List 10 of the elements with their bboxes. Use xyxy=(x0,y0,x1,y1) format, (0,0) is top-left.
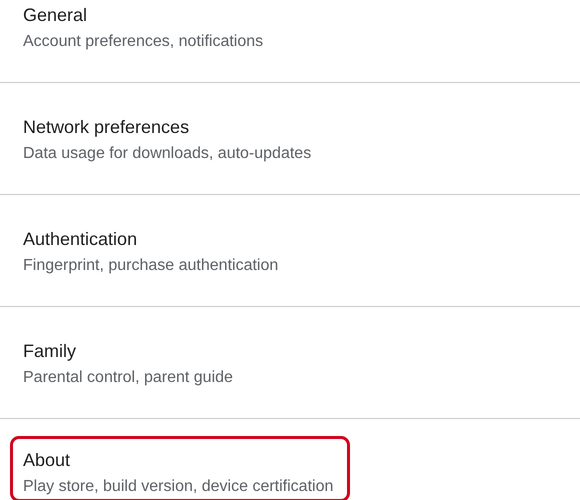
setting-description: Parental control, parent guide xyxy=(23,368,233,388)
setting-title[interactable]: Network preferences xyxy=(23,115,312,139)
setting-description: Play store, build version, device certification xyxy=(23,477,334,497)
setting-title[interactable]: About xyxy=(23,448,334,472)
setting-description: Data usage for downloads, auto-updates xyxy=(23,144,312,164)
setting-title[interactable]: Family xyxy=(23,339,233,363)
setting-title[interactable]: Authentication xyxy=(23,227,278,251)
setting-title[interactable]: General xyxy=(23,3,264,27)
setting-description: Account preferences, notifications xyxy=(23,32,264,52)
setting-description: Fingerprint, purchase authentication xyxy=(23,256,278,276)
